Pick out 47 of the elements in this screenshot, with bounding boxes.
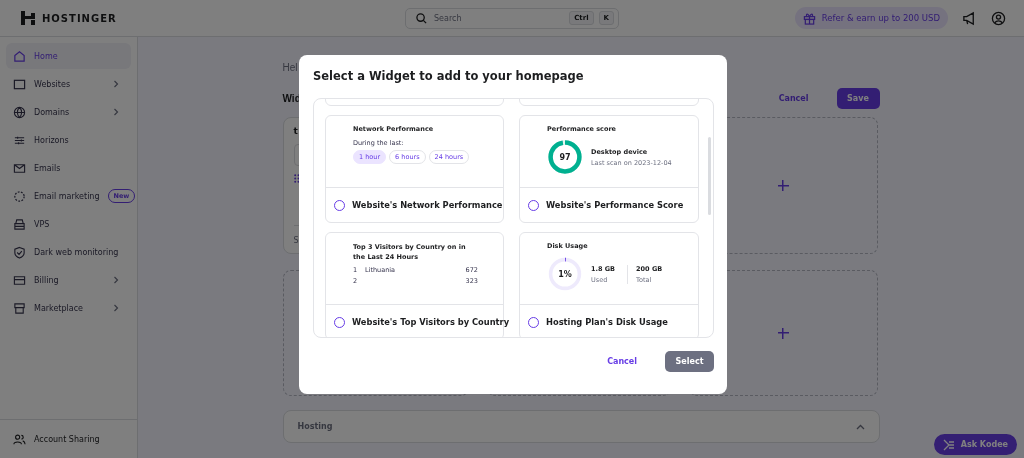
- search-input[interactable]: Search: [432, 12, 565, 24]
- gift-icon: [802, 11, 816, 25]
- nav-icon: [13, 189, 26, 203]
- cancel-button[interactable]: Cancel: [601, 356, 643, 367]
- sidebar-item[interactable]: Account Sharing: [0, 419, 137, 458]
- chevron-up-icon: [855, 423, 865, 430]
- breadcrumb: Hel: [282, 62, 298, 75]
- widget-title: t: [293, 126, 298, 136]
- megaphone-icon[interactable]: [962, 10, 977, 26]
- sidebar-item[interactable]: Dark web monitoring: [6, 239, 131, 265]
- nav-icon: [13, 245, 26, 259]
- widget-name: Website's Network Performance: [352, 200, 503, 210]
- sidebar-item[interactable]: Websites: [6, 71, 131, 97]
- usage-percent: 1%: [558, 269, 572, 279]
- people-icon: [13, 432, 26, 446]
- refer-button[interactable]: Refer & earn up to 200 USD: [794, 7, 948, 29]
- sidebar-item[interactable]: Marketplace: [6, 295, 131, 321]
- sidebar-item[interactable]: Domains: [6, 99, 131, 125]
- nav-icon: [13, 161, 26, 175]
- account-icon[interactable]: [991, 10, 1006, 26]
- nav-icon: [13, 301, 26, 315]
- search-icon: [416, 12, 427, 24]
- widget-name: Website's Performance Score: [546, 200, 684, 210]
- nav-icon: [13, 77, 26, 91]
- nav-icon: [13, 49, 26, 63]
- scrollbar[interactable]: [708, 137, 711, 215]
- ask-kodee-button[interactable]: Ask Kodee: [933, 434, 1017, 455]
- save-button[interactable]: Save: [836, 87, 880, 109]
- widget-name: Hosting Plan's Disk Usage: [546, 317, 668, 327]
- hosting-panel[interactable]: Hosting: [282, 410, 880, 443]
- logo-icon: [20, 10, 36, 26]
- sidebar-item[interactable]: VPS: [6, 211, 131, 237]
- nav-icon: [13, 217, 26, 231]
- nav-icon: [13, 105, 26, 119]
- sidebar-item[interactable]: Billing: [6, 267, 131, 293]
- sidebar-item[interactable]: Home: [6, 43, 131, 69]
- widget-name: Website's Top Visitors by Country: [352, 317, 510, 327]
- panel-title: Hosting: [297, 422, 333, 431]
- cancel-button[interactable]: Cancel: [772, 92, 815, 104]
- score-value: 97: [559, 152, 571, 162]
- logo-text: HOSTINGER: [42, 12, 117, 24]
- drag-handle-icon[interactable]: [293, 174, 300, 183]
- select-button[interactable]: Select: [665, 351, 714, 372]
- dialog-title: Select a Widget to add to your homepage: [313, 69, 585, 85]
- nav-icon: [13, 273, 26, 287]
- sidebar-item[interactable]: Horizons: [6, 127, 131, 153]
- sidebar-item[interactable]: Emails: [6, 155, 131, 181]
